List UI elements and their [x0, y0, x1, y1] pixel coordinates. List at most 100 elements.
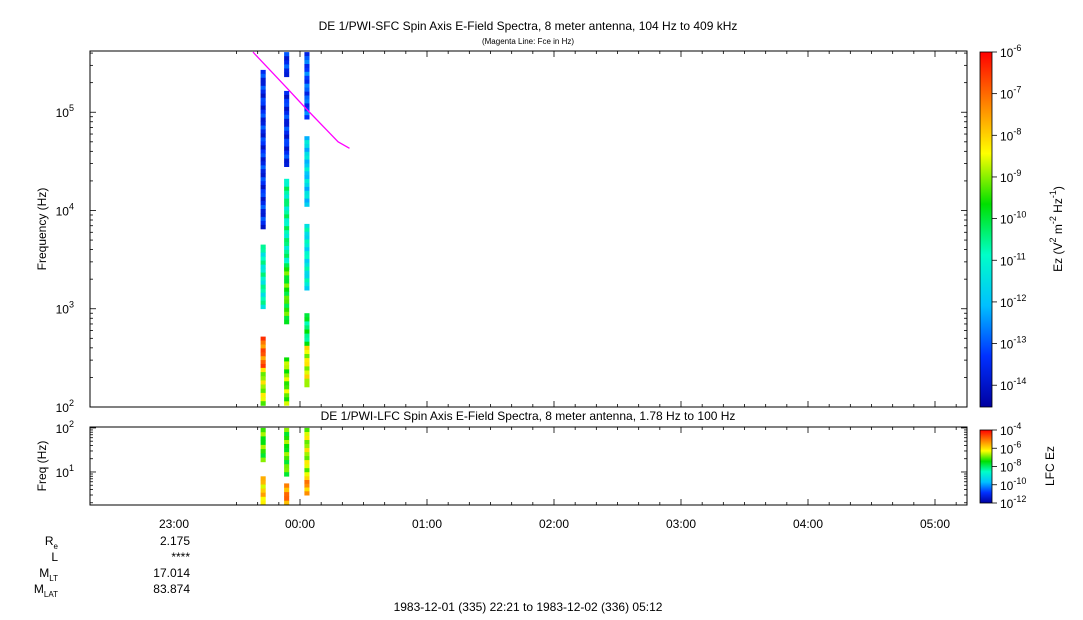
spectral-cell — [284, 178, 290, 184]
lfc-title: DE 1/PWI-LFC Spin Axis E-Field Spectra, … — [321, 409, 736, 423]
spectral-cell — [260, 356, 266, 361]
spectral-cell — [284, 460, 290, 465]
spectral-cell — [304, 349, 310, 355]
spectral-cell — [284, 194, 290, 199]
spectral-cell — [260, 189, 266, 194]
spectral-cell — [304, 186, 310, 192]
spectral-cell — [260, 153, 266, 158]
spectral-cell — [284, 146, 290, 151]
spectral-cell — [260, 496, 266, 502]
ephemeris-value: **** — [171, 550, 190, 564]
x-tick-label: 00:00 — [285, 517, 315, 531]
ephemeris-value: 2.175 — [160, 534, 190, 548]
sfc-y-axis-label: Frequency (Hz) — [35, 188, 49, 271]
spectral-cell — [284, 303, 290, 309]
spectral-cell — [304, 282, 310, 287]
x-tick-label: 01:00 — [412, 517, 442, 531]
spectral-cell — [284, 158, 290, 163]
spectral-cell — [260, 440, 266, 446]
colorbar-tick-label: 10-10 — [1000, 210, 1026, 227]
spectral-cell — [304, 136, 310, 141]
colorbar-tick-label: 10-8 — [1000, 126, 1021, 143]
spectral-cell — [284, 150, 290, 155]
ephemeris-label: MLAT — [34, 582, 58, 599]
spectral-cell — [260, 436, 266, 441]
spectral-cell — [284, 238, 290, 243]
spectral-cell — [284, 373, 290, 378]
ephemeris-label: Re — [45, 534, 59, 551]
spectral-cell — [304, 452, 310, 457]
spectral-cell — [284, 267, 290, 272]
spectral-cell — [304, 155, 310, 160]
spectral-cell — [284, 369, 290, 374]
colorbar-tick-label: 10-10 — [1000, 476, 1026, 493]
spectral-cell — [284, 263, 290, 268]
spectral-cell — [304, 243, 310, 248]
spectral-cell — [304, 362, 310, 367]
spectral-cell — [304, 321, 310, 326]
spectral-cell — [260, 388, 266, 394]
spectral-cell — [260, 220, 266, 226]
spectral-cell — [304, 71, 310, 77]
spectral-cell — [260, 427, 266, 433]
spectral-cell — [304, 464, 310, 469]
spectral-cell — [304, 95, 310, 100]
spectral-cell — [304, 67, 310, 73]
sfc-colorbar — [980, 52, 992, 407]
spectral-cell — [260, 177, 266, 182]
spectral-cell — [284, 134, 290, 140]
spectral-cell — [260, 376, 266, 381]
spectral-cell — [304, 374, 310, 380]
spectral-cell — [304, 317, 310, 322]
spectral-cell — [260, 453, 266, 458]
spectral-cell — [304, 227, 310, 233]
spectral-cell — [304, 60, 310, 65]
spectral-cell — [284, 182, 290, 188]
spectral-cell — [304, 345, 310, 351]
spectral-cell — [284, 311, 290, 317]
ephemeris-value: 17.014 — [153, 566, 190, 580]
spectral-cell — [260, 272, 266, 277]
colorbar-tick-label: 10-11 — [1000, 251, 1026, 268]
spectral-cell — [304, 476, 310, 481]
spectral-cell — [260, 384, 266, 390]
spectral-cell — [284, 456, 290, 461]
spectral-cell — [304, 198, 310, 203]
spectral-cell — [260, 205, 266, 210]
spectral-cell — [304, 378, 310, 384]
spectral-cell — [260, 260, 266, 265]
spectral-cell — [284, 452, 290, 457]
spectral-cell — [284, 393, 290, 398]
spectral-cell — [304, 366, 310, 371]
spectral-cell — [260, 480, 266, 485]
y-tick-label: 105 — [56, 103, 74, 120]
spectral-cell — [260, 93, 266, 99]
spectral-cell — [304, 83, 310, 88]
spectral-cell — [284, 126, 290, 132]
spectral-cell — [260, 364, 266, 369]
spectral-cell — [304, 202, 310, 207]
spectral-cell — [260, 296, 266, 302]
spectral-cell — [284, 98, 290, 104]
spectral-cell — [304, 341, 310, 347]
spectral-cell — [260, 380, 266, 385]
y-tick-label: 103 — [56, 300, 74, 317]
spectral-cell — [260, 97, 266, 103]
spectral-cell — [304, 140, 310, 145]
spectral-cell — [304, 115, 310, 120]
spectral-cell — [284, 122, 290, 128]
x-tick-label: 23:00 — [159, 517, 189, 531]
spectral-cell — [284, 114, 290, 120]
spectral-cell — [260, 248, 266, 253]
spectral-cell — [284, 249, 290, 255]
spectral-cell — [284, 464, 290, 469]
spectral-cell — [260, 352, 266, 357]
y-tick-label: 102 — [56, 398, 74, 415]
spectral-cell — [260, 484, 266, 489]
spectral-cell — [260, 85, 266, 91]
spectral-cell — [260, 397, 266, 402]
spectral-cell — [260, 197, 266, 202]
spectral-cell — [304, 87, 310, 92]
spectral-cell — [304, 270, 310, 275]
spectral-cell — [304, 171, 310, 176]
